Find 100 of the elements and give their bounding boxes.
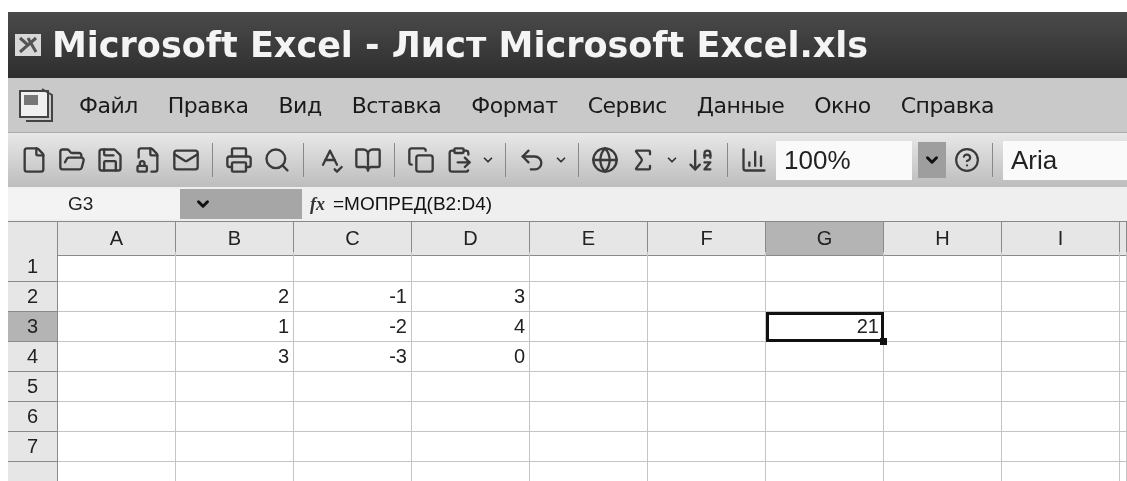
table-cell[interactable]: -3 <box>294 342 412 372</box>
table-cell[interactable] <box>58 402 176 432</box>
column-header[interactable]: G <box>766 222 884 256</box>
row-header[interactable]: 1 <box>8 252 58 282</box>
table-cell[interactable] <box>1002 372 1120 402</box>
table-cell[interactable] <box>530 372 648 402</box>
column-header[interactable] <box>1120 222 1127 256</box>
table-cell[interactable] <box>648 342 766 372</box>
function-button[interactable]: fx <box>302 193 333 215</box>
row-header[interactable]: 6 <box>8 402 58 432</box>
column-header[interactable]: C <box>294 222 412 256</box>
table-cell[interactable] <box>58 252 176 282</box>
menu-item[interactable]: Данные <box>681 88 800 122</box>
table-cell[interactable]: 3 <box>176 342 294 372</box>
table-cell[interactable] <box>884 342 1002 372</box>
table-cell[interactable] <box>412 432 530 462</box>
column-header[interactable]: D <box>412 222 530 256</box>
menu-item[interactable]: Окно <box>799 88 886 122</box>
table-cell[interactable] <box>58 372 176 402</box>
table-cell[interactable] <box>884 282 1002 312</box>
table-cell[interactable]: 4 <box>412 312 530 342</box>
table-cell[interactable] <box>1002 342 1120 372</box>
menu-item[interactable]: Файл <box>64 88 153 122</box>
table-cell[interactable] <box>1120 372 1127 402</box>
table-cell[interactable]: -2 <box>294 312 412 342</box>
table-cell[interactable] <box>58 432 176 462</box>
column-header[interactable]: E <box>530 222 648 256</box>
table-cell[interactable] <box>58 312 176 342</box>
table-cell[interactable] <box>1002 432 1120 462</box>
table-cell[interactable] <box>884 372 1002 402</box>
table-cell[interactable] <box>1002 252 1120 282</box>
table-cell[interactable] <box>530 252 648 282</box>
table-cell[interactable] <box>176 372 294 402</box>
table-cell[interactable] <box>1120 282 1127 312</box>
table-cell[interactable] <box>648 402 766 432</box>
row-header[interactable]: 7 <box>8 432 58 462</box>
zoom-field[interactable]: 100% <box>776 140 912 180</box>
menu-item[interactable]: Сервис <box>572 88 682 122</box>
menu-item[interactable]: Формат <box>456 88 573 122</box>
table-cell[interactable]: 2 <box>176 282 294 312</box>
table-cell[interactable] <box>58 282 176 312</box>
row-header[interactable]: 3 <box>8 312 58 342</box>
table-cell[interactable] <box>648 372 766 402</box>
table-cell[interactable]: 3 <box>412 282 530 312</box>
table-cell[interactable] <box>766 342 884 372</box>
table-cell[interactable] <box>294 432 412 462</box>
table-cell[interactable] <box>766 372 884 402</box>
table-cell[interactable] <box>530 402 648 432</box>
table-cell[interactable] <box>884 312 1002 342</box>
help-icon[interactable] <box>952 145 982 175</box>
table-cell[interactable]: 1 <box>176 312 294 342</box>
table-cell[interactable] <box>1002 282 1120 312</box>
table-cell[interactable] <box>1120 402 1127 432</box>
table-cell[interactable]: -1 <box>294 282 412 312</box>
table-cell[interactable] <box>412 372 530 402</box>
table-cell[interactable] <box>294 402 412 432</box>
table-cell[interactable] <box>58 342 176 372</box>
menu-item[interactable]: Справка <box>885 88 1010 122</box>
column-header[interactable]: H <box>884 222 1002 256</box>
table-cell[interactable] <box>530 282 648 312</box>
globe-icon[interactable] <box>589 144 621 176</box>
font-field[interactable]: Aria <box>1003 140 1127 180</box>
table-cell[interactable] <box>1002 312 1120 342</box>
print-icon[interactable] <box>223 144 255 176</box>
row-header[interactable]: 2 <box>8 282 58 312</box>
table-cell[interactable] <box>1120 432 1127 462</box>
table-cell[interactable] <box>884 252 1002 282</box>
table-cell[interactable] <box>648 432 766 462</box>
row-header[interactable]: 4 <box>8 342 58 372</box>
table-cell[interactable] <box>1120 342 1127 372</box>
active-cell[interactable]: 21 <box>766 312 884 342</box>
table-cell[interactable] <box>530 312 648 342</box>
table-cell[interactable] <box>1120 252 1127 282</box>
column-header[interactable]: A <box>58 222 176 256</box>
table-cell[interactable] <box>294 252 412 282</box>
table-cell[interactable] <box>884 432 1002 462</box>
table-cell[interactable] <box>412 252 530 282</box>
table-cell[interactable] <box>530 432 648 462</box>
table-cell[interactable] <box>294 372 412 402</box>
table-cell[interactable] <box>766 402 884 432</box>
menu-item[interactable]: Вставка <box>336 88 457 122</box>
table-cell[interactable] <box>766 252 884 282</box>
formula-field[interactable]: =МОПРЕД(B2:D4) <box>333 193 493 215</box>
table-cell[interactable] <box>766 432 884 462</box>
table-cell[interactable] <box>648 282 766 312</box>
copy-icon[interactable] <box>405 144 437 176</box>
table-cell[interactable] <box>766 282 884 312</box>
table-cell[interactable] <box>648 312 766 342</box>
table-cell[interactable] <box>1002 402 1120 432</box>
table-cell[interactable] <box>884 402 1002 432</box>
column-header[interactable]: F <box>648 222 766 256</box>
dropdown-button[interactable] <box>918 142 946 178</box>
table-cell[interactable] <box>412 402 530 432</box>
menu-item[interactable]: Вид <box>263 88 337 122</box>
column-header[interactable]: B <box>176 222 294 256</box>
table-cell[interactable] <box>176 432 294 462</box>
table-cell[interactable] <box>648 252 766 282</box>
document-icon[interactable] <box>16 87 56 123</box>
name-box[interactable]: G3 <box>8 189 180 219</box>
table-cell[interactable]: 0 <box>412 342 530 372</box>
